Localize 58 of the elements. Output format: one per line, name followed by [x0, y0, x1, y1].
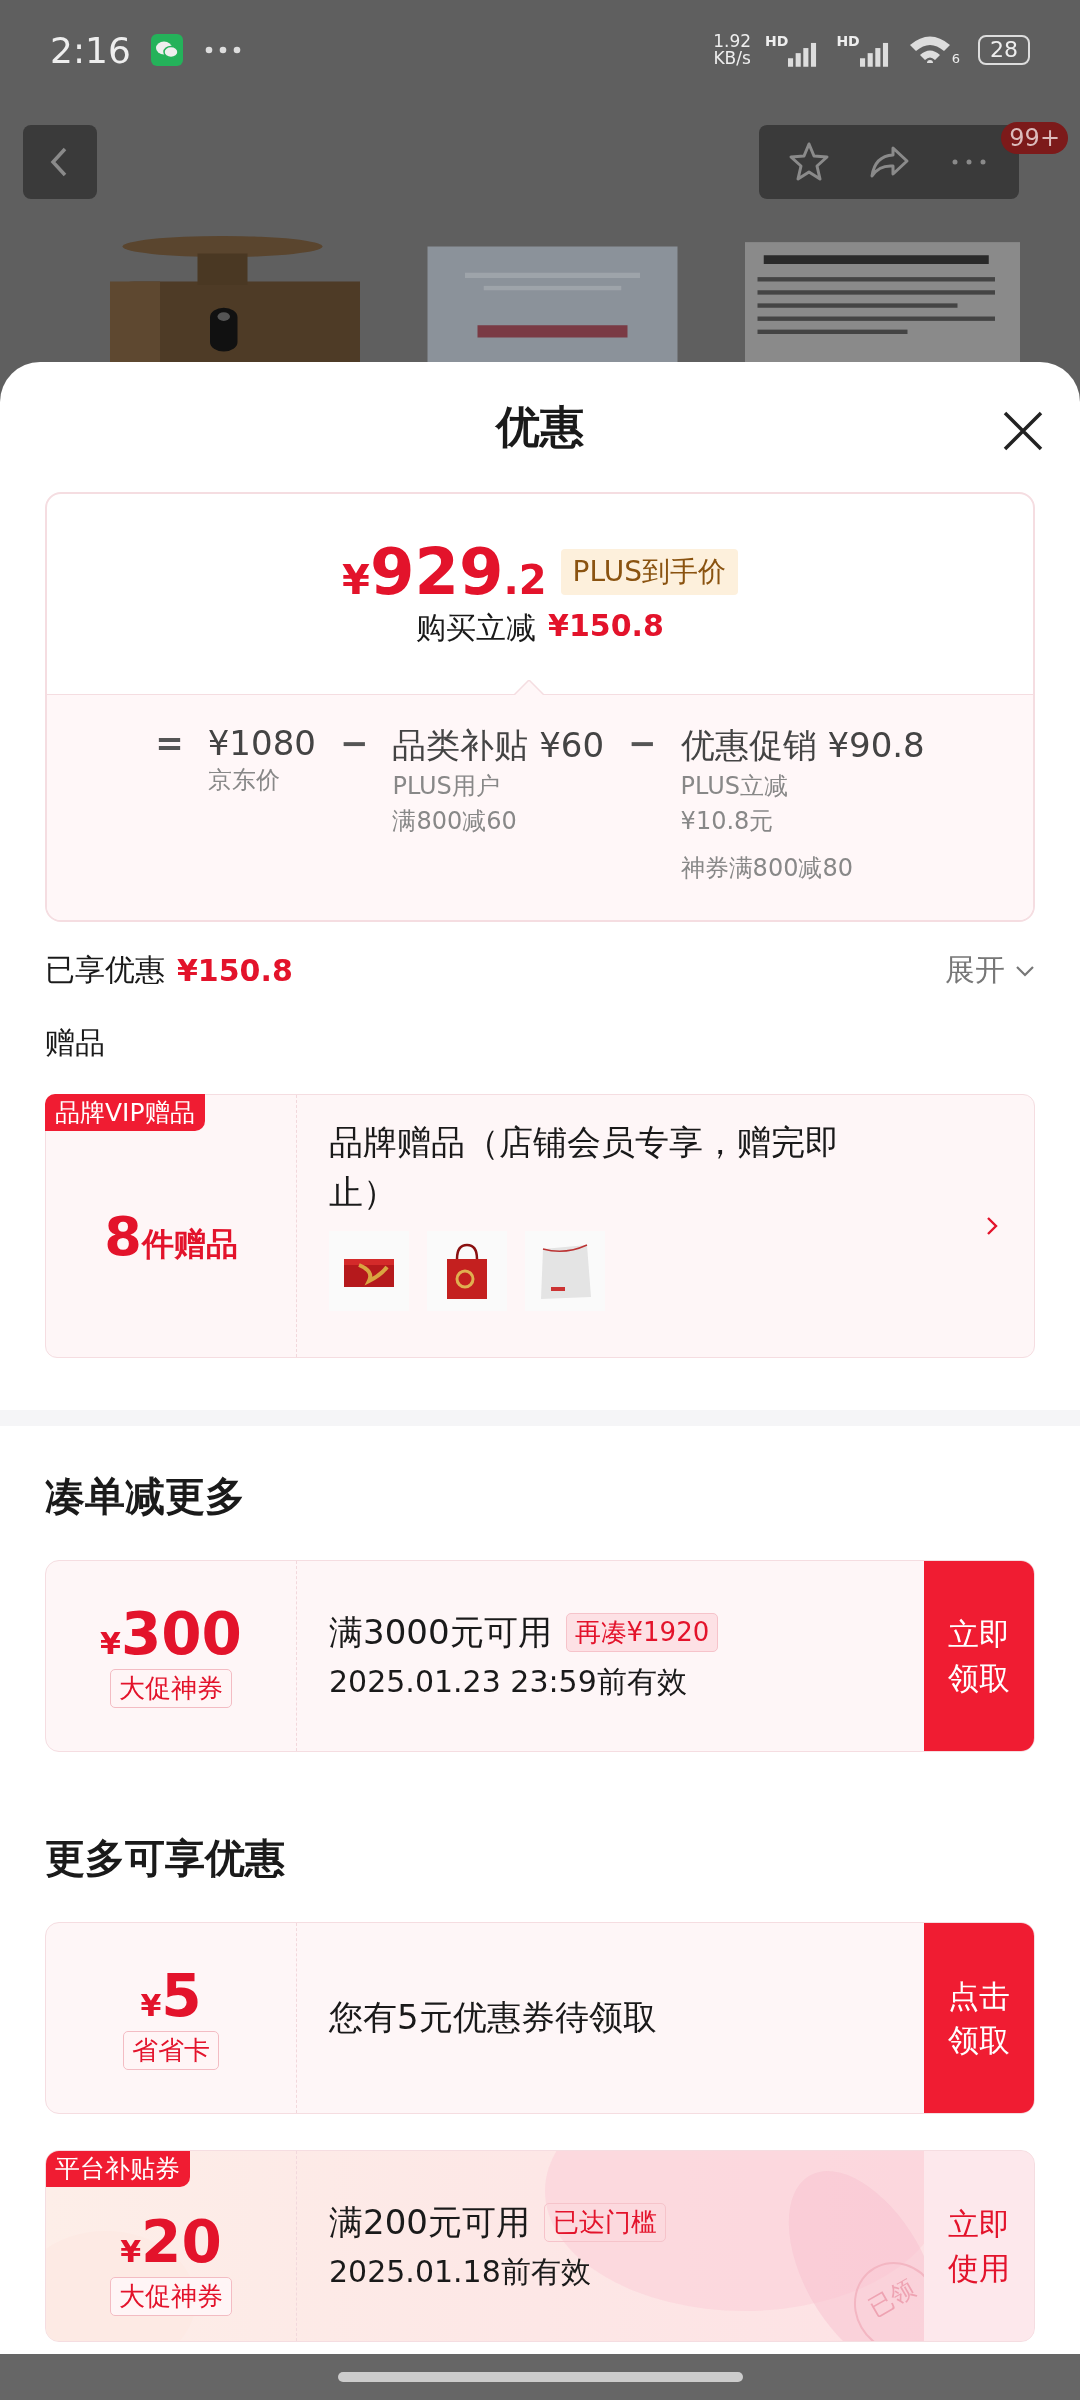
coupon-type-label: 省省卡: [123, 2030, 219, 2070]
chevron-down-icon: [1015, 964, 1035, 977]
wifi-label: 6: [951, 51, 960, 66]
saving-label: 购买立减: [416, 608, 537, 647]
network-speed: 1.92: [713, 33, 752, 50]
section-heading: 凑单减更多: [45, 1472, 246, 1521]
coupon-amount: ¥300: [100, 1604, 242, 1663]
gift-count: 8件赠品: [104, 1204, 238, 1268]
corner-tag: 平台补贴券: [46, 2151, 190, 2187]
gift-title: 品牌赠品（店铺会员专享，赠完即止）: [329, 1121, 840, 1214]
breakdown-note: PLUS立减: [680, 771, 790, 802]
price-tag: PLUS到手价: [560, 548, 738, 595]
coupon-validity: 2025.01.18前有效: [329, 2252, 591, 2291]
close-icon[interactable]: [1001, 409, 1045, 453]
gifts-heading: 赠品: [45, 1024, 106, 1062]
breakdown-amount: ¥1080: [207, 723, 316, 763]
breakdown-amount: 优惠促销 ¥90.8: [680, 724, 925, 767]
savings-label: 已享优惠: [45, 951, 165, 989]
gift-card[interactable]: 品牌VIP赠品 8件赠品 品牌赠品（店铺会员专享，赠完即止）: [45, 1094, 1035, 1358]
coupon-type-label: 大促神券: [110, 2276, 232, 2316]
chat-app-icon: [150, 34, 183, 66]
savings-amount: ¥150.8: [177, 953, 293, 988]
status-time: 2:16: [50, 29, 131, 71]
coupon-condition: 满3000元可用: [329, 1610, 552, 1654]
breakdown-note: ¥10.8元: [680, 806, 775, 837]
final-price: ¥929.2: [342, 539, 547, 604]
hd-label: HD: [836, 33, 860, 49]
coupon-condition: 您有5元优惠券待领取: [329, 1996, 657, 2039]
coupon-condition: 满200元可用: [329, 2200, 530, 2244]
operator-sign: −: [628, 723, 657, 763]
breakdown-note: PLUS用户: [392, 771, 501, 802]
hd-label: HD: [765, 33, 789, 49]
breakdown-note: 满800减60: [392, 806, 518, 837]
coupon-type-label: 大促神券: [110, 1668, 232, 1708]
coupon-action-button[interactable]: 点击领取: [924, 1923, 1034, 2113]
notification-badge: 99+: [1001, 122, 1068, 154]
coupon-badge: 再凑¥1920: [565, 1613, 719, 1652]
network-speed-unit: KB/s: [713, 50, 751, 67]
coupon-action-button[interactable]: 立即领取: [924, 1561, 1034, 1751]
breakdown-note: 神券满800减80: [680, 853, 854, 884]
coupon-badge: 已达门槛: [543, 2203, 666, 2242]
back-button[interactable]: [23, 125, 97, 199]
corner-tag: 品牌VIP赠品: [45, 1094, 205, 1131]
coupon-amount: ¥5: [140, 1966, 202, 2025]
coupon-action-button[interactable]: 立即使用: [924, 2151, 1034, 2341]
breakdown-amount: 品类补贴 ¥60: [392, 724, 605, 767]
more-icon: [204, 46, 241, 54]
saving-amount: ¥150.8: [548, 607, 664, 645]
expand-button[interactable]: 展开: [945, 950, 1035, 991]
coupon-validity: 2025.01.23 23:59前有效: [329, 1662, 687, 1701]
chevron-right-icon: [986, 1216, 998, 1236]
sheet-title: 优惠: [496, 399, 584, 454]
breakdown-note: 京东价: [207, 765, 281, 796]
battery-indicator: 28: [978, 35, 1030, 65]
operator-sign: −: [339, 723, 369, 763]
section-heading: 更多可享优惠: [45, 1834, 286, 1883]
operator-sign: =: [155, 723, 184, 763]
coupon-amount: ¥20: [120, 2212, 222, 2271]
